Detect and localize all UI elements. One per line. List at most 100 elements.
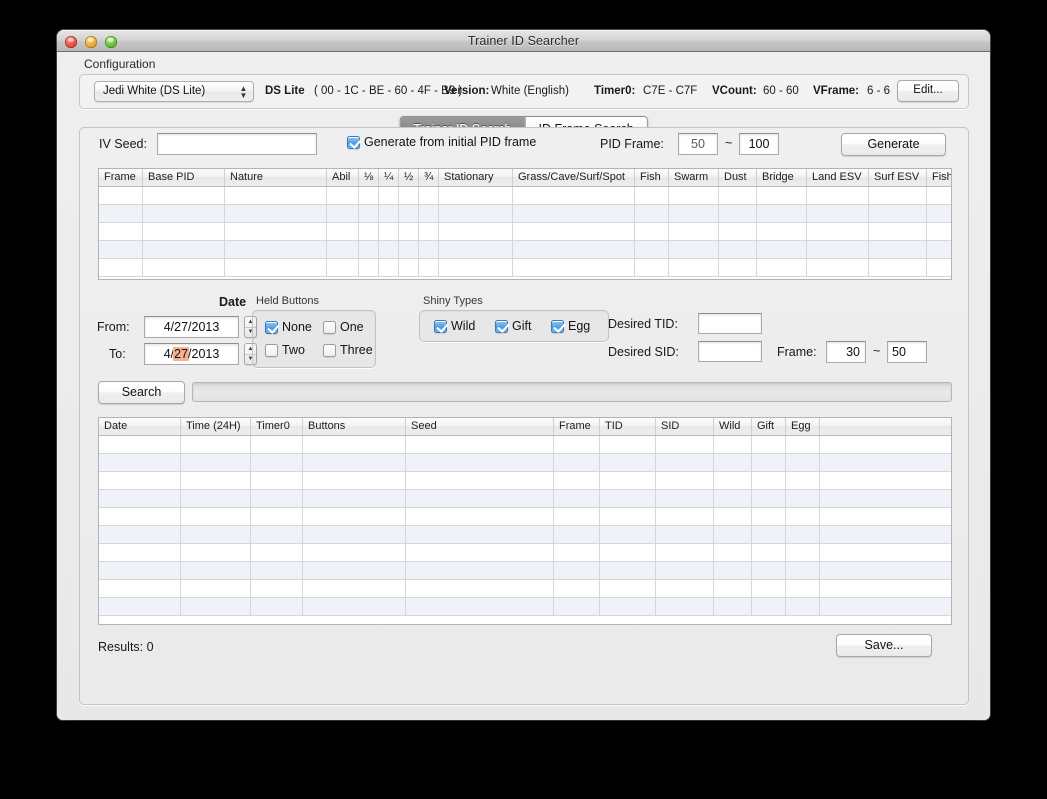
results-table-row[interactable]: [99, 454, 951, 472]
frame-table-column-header[interactable]: Swarm: [669, 169, 719, 186]
frame-table-column-header[interactable]: Dust: [719, 169, 757, 186]
results-table-cell: [406, 562, 554, 579]
checkbox-icon: [551, 319, 564, 333]
results-table-column-header[interactable]: Date: [99, 418, 181, 435]
results-table-row[interactable]: [99, 598, 951, 616]
results-table-cell: [303, 436, 406, 453]
held-buttons-option-three[interactable]: Three: [323, 343, 373, 357]
date-to-input[interactable]: 4/27/2013: [144, 343, 239, 365]
frame-table-column-header[interactable]: ¼: [379, 169, 399, 186]
frame-table-column-header[interactable]: Fish ESV: [927, 169, 951, 186]
desired-frame-min-input[interactable]: 30: [826, 341, 866, 363]
frame-table-column-header[interactable]: Frame: [99, 169, 143, 186]
results-table-cell: [406, 580, 554, 597]
frame-table-column-header[interactable]: Stationary: [439, 169, 513, 186]
pid-frame-max-input[interactable]: 100: [739, 133, 779, 155]
results-table-cell: [656, 472, 714, 489]
results-table-cell: [554, 490, 600, 507]
frame-table-header: Frame Base PID Nature Abil ⅛ ¼ ½ ¾ Stationary Gra…: [99, 169, 951, 187]
frame-results-table[interactable]: Frame Base PID Nature Abil ⅛ ¼ ½ ¾ Stationary Gra…: [98, 168, 952, 280]
version-label: Version:: [444, 85, 490, 97]
results-table-row[interactable]: [99, 508, 951, 526]
shiny-type-gift[interactable]: Gift: [495, 319, 531, 333]
results-table-column-header[interactable]: Frame: [554, 418, 600, 435]
frame-table-cell: [807, 259, 869, 276]
results-table-cell: [181, 526, 251, 543]
search-button[interactable]: Search: [98, 381, 185, 404]
frame-table-cell: [225, 187, 327, 204]
results-table-column-header[interactable]: SID: [656, 418, 714, 435]
held-buttons-option-one[interactable]: One: [323, 320, 364, 334]
results-table-cell: [303, 580, 406, 597]
frame-table-column-header[interactable]: Fish: [635, 169, 669, 186]
results-table-column-header[interactable]: Gift: [752, 418, 786, 435]
results-table-cell: [181, 508, 251, 525]
profile-select[interactable]: Jedi White (DS Lite) ▲ ▼: [94, 81, 254, 102]
generate-from-initial-pid-frame-checkbox[interactable]: Generate from initial PID frame: [347, 135, 536, 149]
window-titlebar[interactable]: Trainer ID Searcher: [57, 30, 990, 52]
results-table-cell: [251, 526, 303, 543]
date-to-selected-segment[interactable]: 27: [173, 347, 190, 361]
results-table-cell: [99, 490, 181, 507]
held-buttons-option-two[interactable]: Two: [265, 343, 305, 357]
generate-button[interactable]: Generate: [841, 133, 946, 156]
frame-table-cell: [99, 205, 143, 222]
frame-table-column-header[interactable]: Bridge: [757, 169, 807, 186]
results-table-column-header[interactable]: Buttons: [303, 418, 406, 435]
frame-table-row[interactable]: [99, 259, 951, 277]
frame-table-column-header[interactable]: Land ESV: [807, 169, 869, 186]
results-table-row[interactable]: [99, 544, 951, 562]
results-table-row[interactable]: [99, 562, 951, 580]
frame-table-column-header[interactable]: Grass/Cave/Surf/Spot: [513, 169, 635, 186]
pid-frame-min-input[interactable]: 50: [678, 133, 718, 155]
date-to-suffix: /2013: [188, 347, 220, 361]
desired-frame-max-input[interactable]: 50: [887, 341, 927, 363]
frame-table-cell: [419, 187, 439, 204]
date-from-input[interactable]: 4/27/2013: [144, 316, 239, 338]
results-table-column-header[interactable]: Timer0: [251, 418, 303, 435]
results-table-cell: [600, 490, 656, 507]
console-type-label: DS Lite: [265, 85, 305, 97]
frame-table-column-header[interactable]: ⅛: [359, 169, 379, 186]
frame-table-row[interactable]: [99, 223, 951, 241]
results-table-row[interactable]: [99, 580, 951, 598]
results-table-cell: [820, 454, 951, 471]
results-table-cell: [752, 580, 786, 597]
results-table-column-header[interactable]: TID: [600, 418, 656, 435]
frame-table-cell: [669, 241, 719, 258]
frame-table-cell: [143, 259, 225, 276]
results-table-row[interactable]: [99, 436, 951, 454]
iv-seed-input[interactable]: [157, 133, 317, 155]
trainer-id-search-panel: IV Seed: Generate from initial PID frame…: [79, 127, 969, 705]
frame-table-row[interactable]: [99, 187, 951, 205]
frame-table-column-header[interactable]: Base PID: [143, 169, 225, 186]
held-buttons-option-none[interactable]: None: [265, 320, 312, 334]
results-table-column-header[interactable]: Wild: [714, 418, 752, 435]
held-buttons-option-three-label: Three: [340, 343, 373, 357]
results-table-column-header[interactable]: Seed: [406, 418, 554, 435]
results-table-cell: [554, 580, 600, 597]
mac-address-label: ( 00 - 1C - BE - 60 - 4F - B9 ): [314, 85, 463, 97]
frame-table-row[interactable]: [99, 205, 951, 223]
results-table-column-header[interactable]: Egg: [786, 418, 820, 435]
frame-table-row[interactable]: [99, 241, 951, 259]
search-results-table[interactable]: Date Time (24H) Timer0 Buttons Seed Frame TID S…: [98, 417, 952, 625]
frame-table-column-header[interactable]: ¾: [419, 169, 439, 186]
desired-tid-input[interactable]: [698, 313, 762, 334]
results-table-row[interactable]: [99, 472, 951, 490]
frame-table-column-header[interactable]: Abil: [327, 169, 359, 186]
results-table-row[interactable]: [99, 526, 951, 544]
results-table-cell: [786, 508, 820, 525]
shiny-type-wild[interactable]: Wild: [434, 319, 475, 333]
shiny-type-egg[interactable]: Egg: [551, 319, 590, 333]
desired-sid-input[interactable]: [698, 341, 762, 362]
frame-table-cell: [439, 223, 513, 240]
results-table-row[interactable]: [99, 490, 951, 508]
frame-table-column-header[interactable]: ½: [399, 169, 419, 186]
frame-table-column-header[interactable]: Nature: [225, 169, 327, 186]
frame-table-column-header[interactable]: Surf ESV: [869, 169, 927, 186]
edit-button[interactable]: Edit...: [897, 80, 959, 102]
results-table-column-header[interactable]: Time (24H): [181, 418, 251, 435]
results-table-column-header[interactable]: [820, 418, 951, 435]
save-button[interactable]: Save...: [836, 634, 932, 657]
